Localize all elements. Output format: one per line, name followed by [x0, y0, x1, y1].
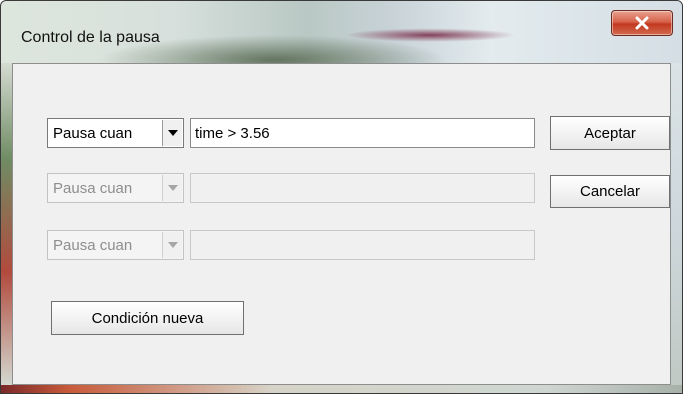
window-title: Control de la pausa [21, 29, 160, 46]
condition-expression-field-2 [190, 173, 535, 203]
condition-mode-select-1[interactable]: Pausa cuan [47, 118, 184, 148]
dropdown-button [162, 232, 182, 258]
window-frame-right [671, 63, 682, 385]
dropdown-button [162, 175, 182, 201]
dropdown-button[interactable] [162, 120, 182, 146]
condition-expression-input-3 [191, 231, 534, 259]
dialog-client-area: Pausa cuan Pausa cuan [12, 63, 671, 385]
condition-expression-field-3 [190, 230, 535, 260]
chevron-down-icon [167, 242, 178, 248]
cancel-button[interactable]: Cancelar [550, 175, 670, 208]
close-x-icon [635, 16, 649, 30]
condition-row-1: Pausa cuan [47, 118, 537, 148]
chevron-down-icon [167, 130, 178, 136]
condition-expression-input-1[interactable] [191, 119, 534, 147]
dialog-window: Control de la pausa Pausa cuan time > 3.… [0, 0, 683, 394]
chevron-down-icon [167, 185, 178, 191]
title-bar[interactable]: Control de la pausa [1, 1, 682, 63]
condition-mode-value: Pausa cuan [53, 237, 133, 254]
condition-row-2: Pausa cuan [47, 173, 537, 203]
close-button[interactable] [611, 10, 673, 36]
condition-row-3: Pausa cuan [47, 230, 537, 260]
condition-mode-select-2: Pausa cuan [47, 173, 184, 203]
condition-mode-value: Pausa cuan [53, 180, 133, 197]
condition-mode-value: Pausa cuan [53, 125, 133, 142]
new-condition-button[interactable]: Condición nueva [51, 301, 244, 335]
condition-expression-field-1[interactable] [190, 118, 535, 148]
window-frame-left [1, 63, 12, 385]
condition-mode-select-3: Pausa cuan [47, 230, 184, 260]
window-frame-bottom [1, 385, 682, 393]
accept-button[interactable]: Aceptar [550, 116, 670, 150]
condition-expression-input-2 [191, 174, 534, 202]
